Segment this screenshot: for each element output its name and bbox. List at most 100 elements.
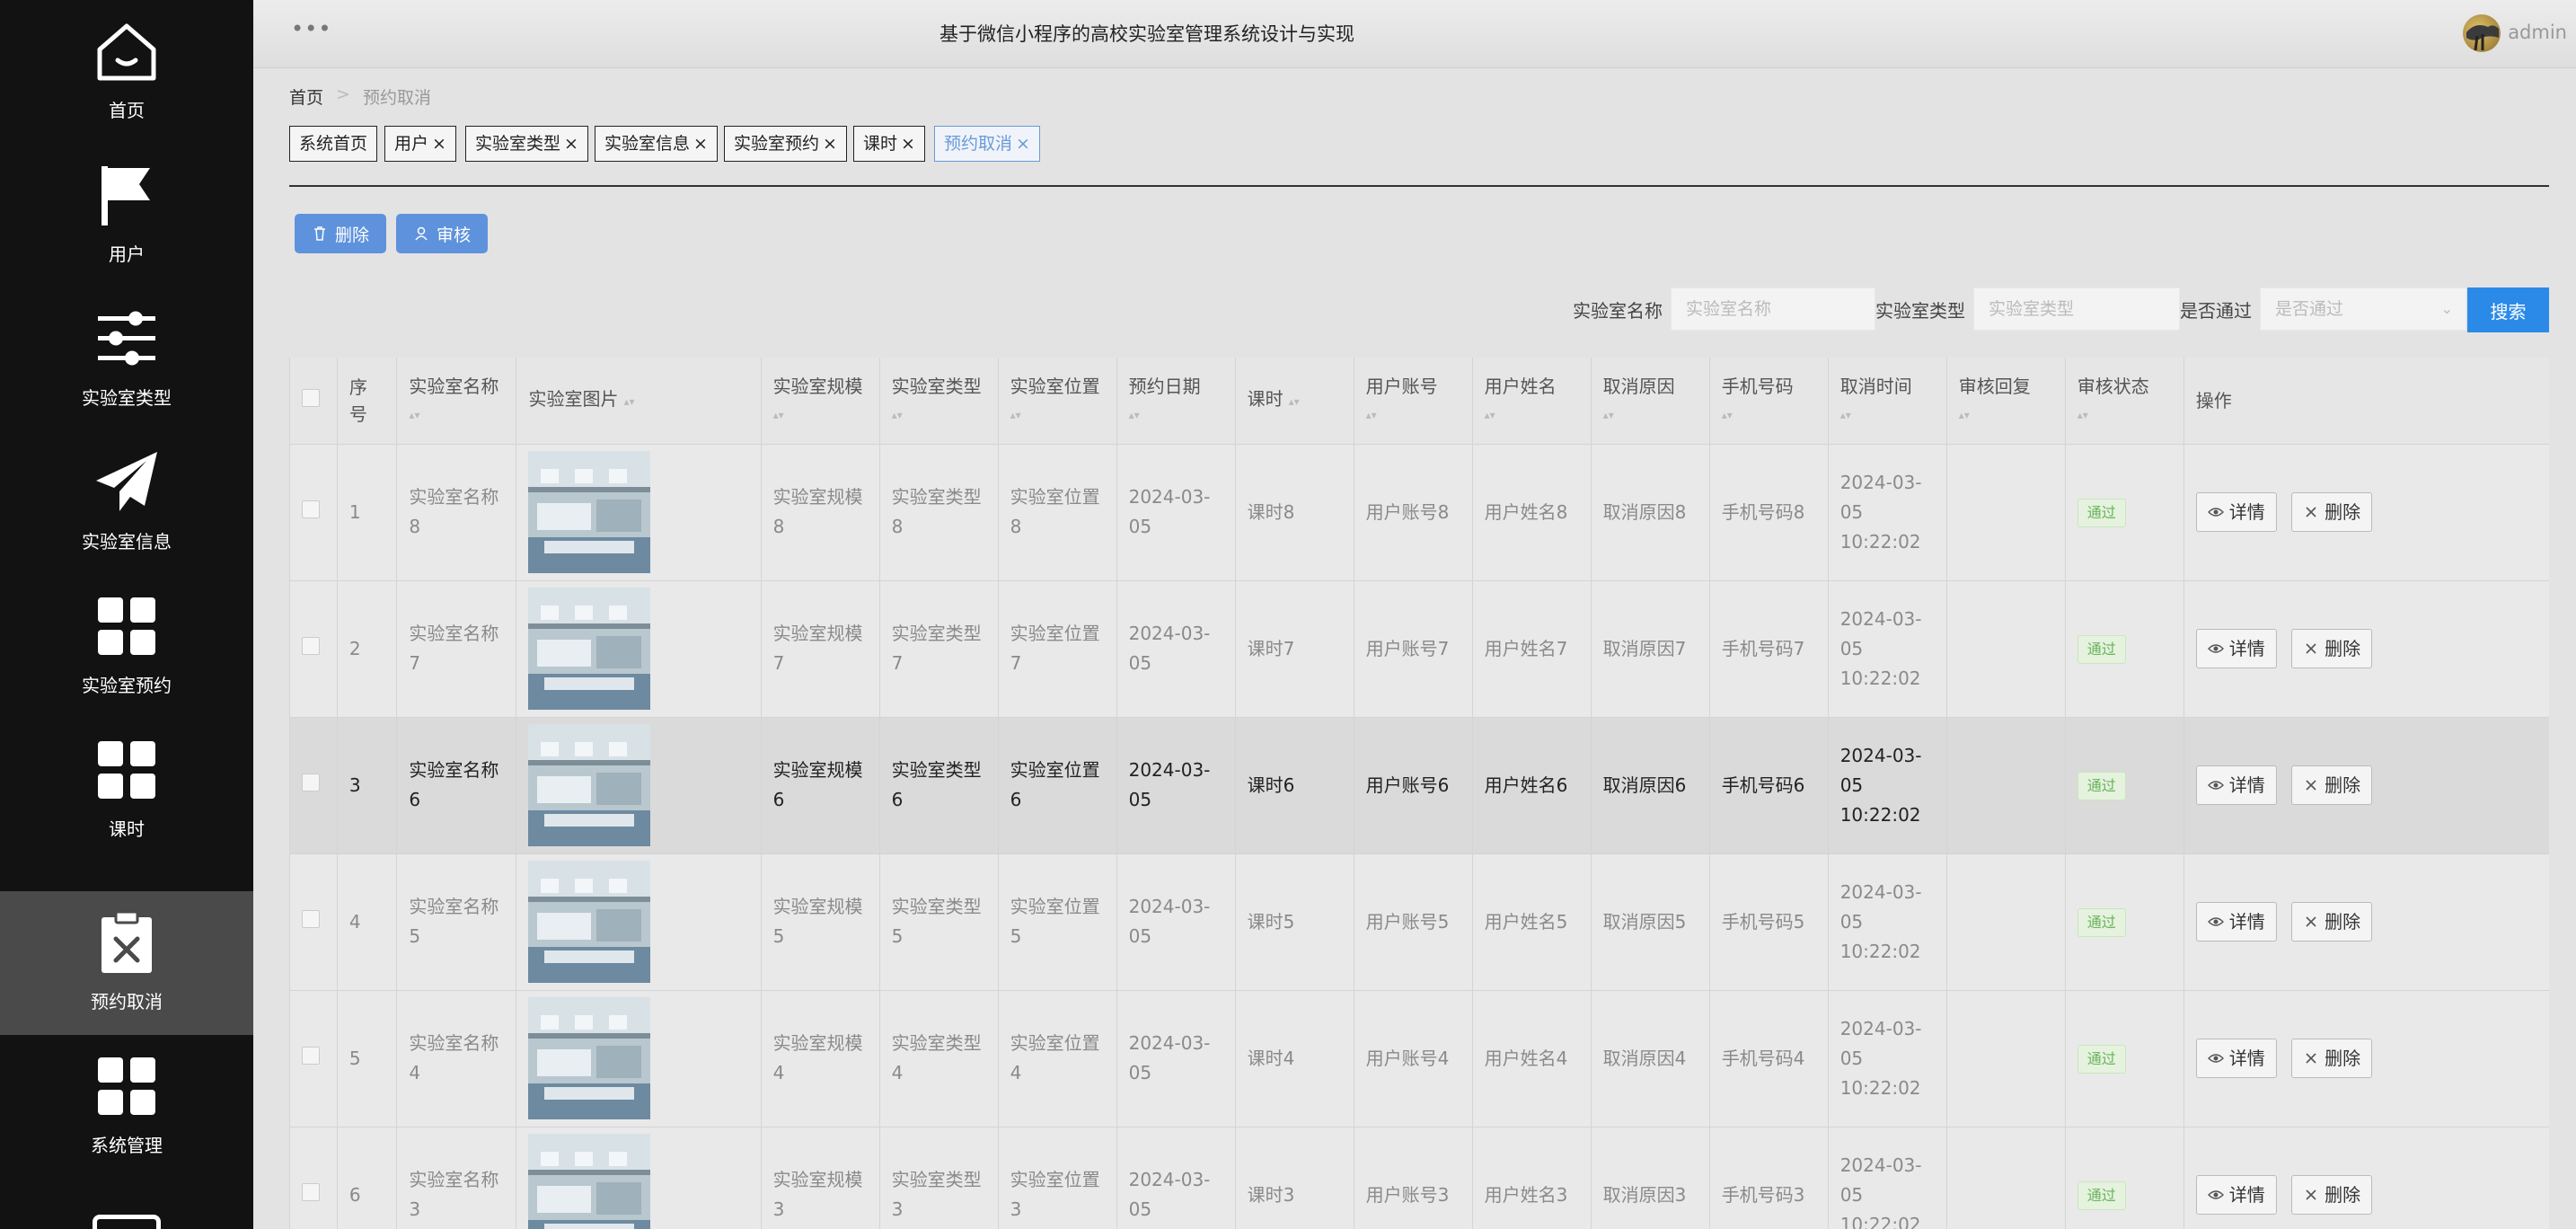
detail-button[interactable]: 详情	[2195, 492, 2277, 532]
detail-button[interactable]: 详情	[2195, 765, 2277, 805]
detail-button[interactable]: 详情	[2195, 1039, 2277, 1078]
lab-photo[interactable]	[528, 1134, 651, 1229]
tab-lab-booking[interactable]: 实验室预约 ×	[724, 126, 847, 162]
table-row[interactable]: 1 实验室名称8 实验室规模8 实验室类型8 实验室位置8 2024-03-05…	[290, 444, 2549, 581]
lab-photo[interactable]	[528, 451, 651, 573]
sort-icon[interactable]: ▴▾	[1603, 402, 1698, 429]
col-phone[interactable]: 手机号码 ▴▾	[1709, 358, 1829, 445]
col-account[interactable]: 用户账号 ▴▾	[1354, 358, 1473, 445]
row-checkbox[interactable]	[302, 636, 320, 655]
col-reason-label: 取消原因	[1602, 375, 1675, 397]
lab-photo[interactable]	[528, 588, 651, 710]
sort-icon[interactable]: ▴▾	[773, 402, 868, 429]
col-date-label: 预约日期	[1128, 375, 1201, 397]
tab-close-icon[interactable]: ×	[823, 134, 837, 154]
tab-user[interactable]: 用户 ×	[384, 126, 456, 162]
bulk-delete-button[interactable]: 删除	[295, 214, 386, 253]
more-dots-icon[interactable]: •••	[291, 16, 331, 41]
select-all-checkbox[interactable]	[302, 388, 320, 407]
col-type[interactable]: 实验室类型 ▴▾	[879, 358, 999, 445]
sort-icon[interactable]: ▴▾	[892, 402, 986, 429]
table-row[interactable]: 5 实验室名称4 实验室规模4 实验室类型4 实验室位置4 2024-03-05…	[290, 990, 2549, 1127]
row-checkbox[interactable]	[302, 1182, 320, 1201]
lab-photo[interactable]	[528, 861, 651, 983]
sidebar-item-system[interactable]: 系统管理	[0, 1035, 253, 1179]
col-period[interactable]: 课时 ▴▾	[1235, 358, 1354, 445]
delete-button[interactable]: 删除	[2291, 902, 2373, 942]
sort-icon[interactable]: ▴▾	[1129, 402, 1223, 429]
col-reason[interactable]: 取消原因 ▴▾	[1591, 358, 1710, 445]
lab-type-input[interactable]: 实验室类型	[1973, 287, 2180, 331]
col-account-label: 用户账号	[1365, 375, 1438, 397]
row-checkbox[interactable]	[302, 909, 320, 928]
col-date[interactable]: 预约日期 ▴▾	[1116, 358, 1236, 445]
cell-username: 用户姓名8	[1472, 444, 1592, 581]
lab-photo[interactable]	[528, 724, 651, 846]
tab-period[interactable]: 课时 ×	[853, 126, 925, 162]
delete-button[interactable]: 删除	[2291, 1175, 2373, 1215]
sort-icon[interactable]: ▴▾	[1722, 402, 1816, 429]
tab-lab-info[interactable]: 实验室信息 ×	[595, 126, 718, 162]
sort-icon[interactable]: ▴▾	[1485, 402, 1579, 429]
sort-icon[interactable]: ▴▾	[1959, 402, 2053, 429]
col-photo[interactable]: 实验室图片 ▴▾	[516, 358, 762, 445]
col-status[interactable]: 审核状态 ▴▾	[2065, 358, 2184, 445]
cell-location: 实验室位置8	[998, 444, 1117, 581]
detail-button[interactable]: 详情	[2195, 629, 2277, 668]
tab-close-icon[interactable]: ×	[693, 134, 708, 154]
cell-cancel-time: 2024-03-05 10:22:02	[1828, 580, 1947, 718]
row-checkbox[interactable]	[302, 773, 320, 791]
more-menu-icon[interactable]	[93, 1215, 161, 1229]
sort-icon[interactable]: ▴▾	[2078, 402, 2172, 429]
sidebar-item-lab-type[interactable]: 实验室类型	[0, 287, 253, 431]
avatar[interactable]	[2463, 14, 2501, 52]
pass-filter-select[interactable]: 是否通过 ⌄	[2260, 287, 2466, 331]
breadcrumb-home[interactable]: 首页	[289, 84, 323, 109]
row-checkbox[interactable]	[302, 1046, 320, 1065]
sort-icon[interactable]: ▴▾	[1366, 402, 1460, 429]
col-name[interactable]: 实验室名称 ▴▾	[396, 358, 517, 445]
sidebar-item-user[interactable]: 用户	[0, 144, 253, 287]
audit-button[interactable]: 审核	[396, 214, 488, 253]
search-button[interactable]: 搜索	[2467, 287, 2549, 332]
delete-button[interactable]: 删除	[2291, 492, 2373, 532]
delete-button[interactable]: 删除	[2291, 1039, 2373, 1078]
lab-name-input[interactable]: 实验室名称	[1671, 287, 1875, 331]
sidebar-item-label: 系统管理	[91, 1135, 163, 1156]
table-row[interactable]: 6 实验室名称3 实验室规模3 实验室类型3 实验室位置3 2024-03-05…	[290, 1127, 2549, 1229]
username[interactable]: admin	[2508, 22, 2567, 43]
detail-button[interactable]: 详情	[2195, 1175, 2277, 1215]
row-checkbox[interactable]	[302, 500, 320, 518]
detail-button[interactable]: 详情	[2195, 902, 2277, 942]
tab-home[interactable]: 系统首页	[289, 126, 378, 162]
table-row[interactable]: 2 实验室名称7 实验室规模7 实验室类型7 实验室位置7 2024-03-05…	[290, 580, 2549, 718]
col-username[interactable]: 用户姓名 ▴▾	[1472, 358, 1592, 445]
tab-close-icon[interactable]: ×	[432, 134, 446, 154]
col-cancel-time[interactable]: 取消时间 ▴▾	[1828, 358, 1947, 445]
col-scale[interactable]: 实验室规模 ▴▾	[761, 358, 880, 445]
sidebar-item-booking-cancel[interactable]: 预约取消	[0, 891, 253, 1035]
tab-lab-type[interactable]: 实验室类型 ×	[465, 126, 588, 162]
col-reply[interactable]: 审核回复 ▴▾	[1946, 358, 2066, 445]
cell-type: 实验室类型3	[879, 1127, 999, 1229]
table-row[interactable]: 3 实验室名称6 实验室规模6 实验室类型6 实验室位置6 2024-03-05…	[290, 717, 2549, 854]
delete-button[interactable]: 删除	[2291, 765, 2373, 805]
tab-close-icon[interactable]: ×	[1016, 134, 1030, 154]
delete-button[interactable]: 删除	[2291, 629, 2373, 668]
sort-icon[interactable]: ▴▾	[409, 402, 504, 429]
sort-icon[interactable]: ▴▾	[623, 388, 634, 415]
sort-icon[interactable]: ▴▾	[1010, 402, 1105, 429]
sort-icon[interactable]: ▴▾	[1289, 388, 1300, 415]
table-row[interactable]: 4 实验室名称5 实验室规模5 实验室类型5 实验室位置5 2024-03-05…	[290, 853, 2549, 991]
sidebar-item-lab-booking[interactable]: 实验室预约	[0, 575, 253, 719]
tab-close-icon[interactable]: ×	[564, 134, 578, 154]
sidebar-item-home[interactable]: 首页	[0, 0, 253, 144]
lab-type-label: 实验室类型	[1875, 300, 1965, 322]
col-location[interactable]: 实验室位置 ▴▾	[998, 358, 1117, 445]
tab-booking-cancel[interactable]: 预约取消 ×	[934, 126, 1040, 162]
sort-icon[interactable]: ▴▾	[1840, 402, 1935, 429]
lab-photo[interactable]	[528, 997, 651, 1119]
sidebar-item-period[interactable]: 课时	[0, 719, 253, 862]
sidebar-item-lab-info[interactable]: 实验室信息	[0, 431, 253, 575]
tab-close-icon[interactable]: ×	[901, 134, 915, 154]
